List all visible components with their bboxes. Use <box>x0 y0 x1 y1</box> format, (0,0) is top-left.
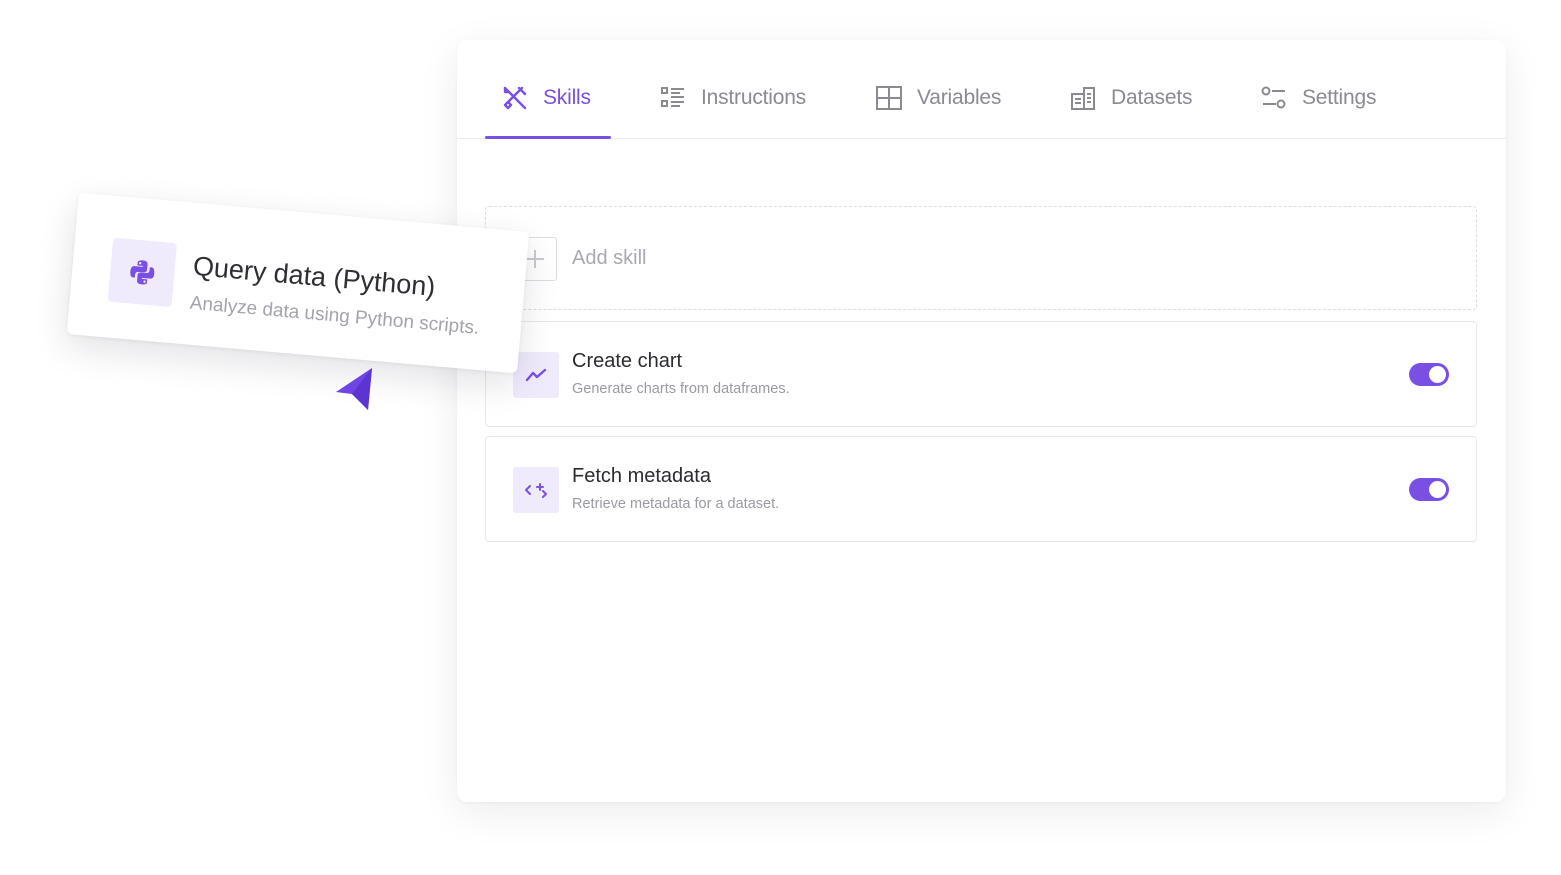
sliders-icon <box>1260 84 1288 112</box>
tab-variables[interactable]: Variables <box>875 80 1001 116</box>
skill-card-fetch-metadata: Fetch metadata Retrieve metadata for a d… <box>485 436 1477 542</box>
python-icon <box>107 237 177 308</box>
tab-label: Settings <box>1302 86 1377 109</box>
skill-title: Create chart <box>572 350 683 372</box>
tab-label: Skills <box>543 86 591 109</box>
tab-datasets[interactable]: Datasets <box>1069 80 1192 116</box>
code-sparkle-icon <box>513 467 559 513</box>
active-tab-indicator <box>485 136 611 139</box>
tab-skills[interactable]: Skills <box>501 80 591 116</box>
tools-icon <box>501 84 529 112</box>
add-skill-label: Add skill <box>572 247 647 269</box>
skill-description: Retrieve metadata for a dataset. <box>572 496 780 512</box>
cursor-arrow-icon <box>336 368 372 410</box>
tab-bar: Skills Instructions Variables Datasets S… <box>457 40 1506 139</box>
tab-label: Variables <box>917 86 1002 109</box>
tab-settings[interactable]: Settings <box>1260 80 1376 116</box>
tab-instructions[interactable]: Instructions <box>659 80 806 116</box>
skills-panel: Skills Instructions Variables Datasets S… <box>457 40 1506 802</box>
tab-label: Datasets <box>1111 86 1193 109</box>
database-icon <box>1069 84 1097 112</box>
chart-line-icon <box>513 352 559 398</box>
tab-label: Instructions <box>701 86 806 109</box>
stage: Skills Instructions Variables Datasets S… <box>0 0 1561 875</box>
skill-card-create-chart: Create chart Generate charts from datafr… <box>485 321 1477 427</box>
grid-icon <box>875 84 903 112</box>
skill-toggle[interactable] <box>1409 478 1449 501</box>
dragging-card-description: Analyze data using Python scripts. <box>188 292 481 339</box>
add-skill-button[interactable]: Add skill <box>485 206 1477 310</box>
skill-toggle[interactable] <box>1409 363 1449 386</box>
skill-title: Fetch metadata <box>572 465 711 487</box>
toggle-knob <box>1429 481 1446 498</box>
toggle-knob <box>1429 366 1446 383</box>
list-icon <box>659 84 687 112</box>
skill-description: Generate charts from dataframes. <box>572 381 790 397</box>
